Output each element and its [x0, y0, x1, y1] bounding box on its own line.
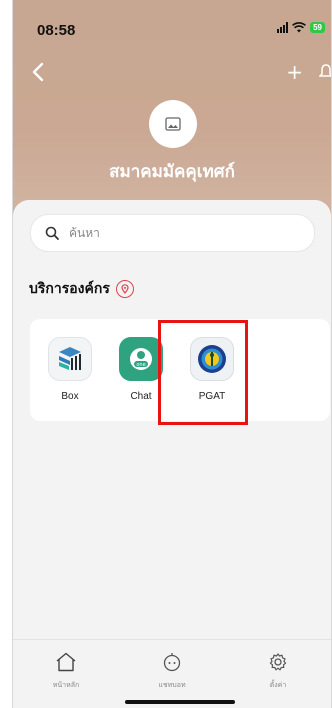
back-button[interactable] — [31, 62, 51, 84]
section-title: บริการองค์กร — [29, 281, 110, 297]
location-pin-icon — [115, 280, 134, 298]
tab-chatbot[interactable]: แชทบอท — [137, 652, 207, 691]
status-time: 08:58 — [37, 22, 76, 39]
section-header: บริการองค์กร — [29, 278, 134, 300]
battery-icon: 59 — [310, 22, 325, 33]
chevron-left-icon — [32, 62, 44, 82]
wifi-icon — [292, 22, 307, 33]
home-indicator — [125, 700, 235, 704]
tab-settings[interactable]: ตั้งค่า — [243, 652, 313, 691]
chatbot-icon — [163, 653, 181, 672]
home-icon — [56, 652, 76, 672]
highlight-box — [158, 320, 248, 425]
search-bar[interactable] — [30, 214, 315, 252]
tab-label: หน้าหลัก — [52, 681, 80, 689]
bell-icon — [318, 64, 331, 77]
add-button[interactable]: + — [286, 62, 303, 82]
search-input[interactable] — [67, 225, 291, 241]
org-logo — [149, 100, 197, 148]
tab-home[interactable]: หน้าหลัก — [31, 652, 101, 691]
chat-app-icon: one — [119, 337, 163, 381]
settings-icon — [269, 653, 287, 671]
service-label: Box — [61, 391, 79, 402]
bottom-tab-bar: หน้าหลัก แชทบอท ตั้งค่า — [13, 639, 331, 708]
org-name: สมาคมมัคคุเทศก์ — [109, 162, 235, 182]
box-app-icon — [48, 337, 92, 381]
notification-button[interactable] — [318, 64, 331, 84]
status-icons: 59 — [277, 22, 325, 33]
main-content: บริการองค์กร — [13, 200, 331, 708]
svg-text:one: one — [136, 362, 145, 368]
signal-icon — [277, 22, 289, 33]
tab-label: ตั้งค่า — [269, 681, 287, 689]
service-box[interactable]: Box — [40, 337, 100, 402]
search-icon — [45, 226, 59, 240]
image-placeholder-icon — [165, 117, 181, 131]
status-bar: 08:58 59 — [13, 0, 331, 40]
tab-label: แชทบอท — [158, 681, 186, 689]
